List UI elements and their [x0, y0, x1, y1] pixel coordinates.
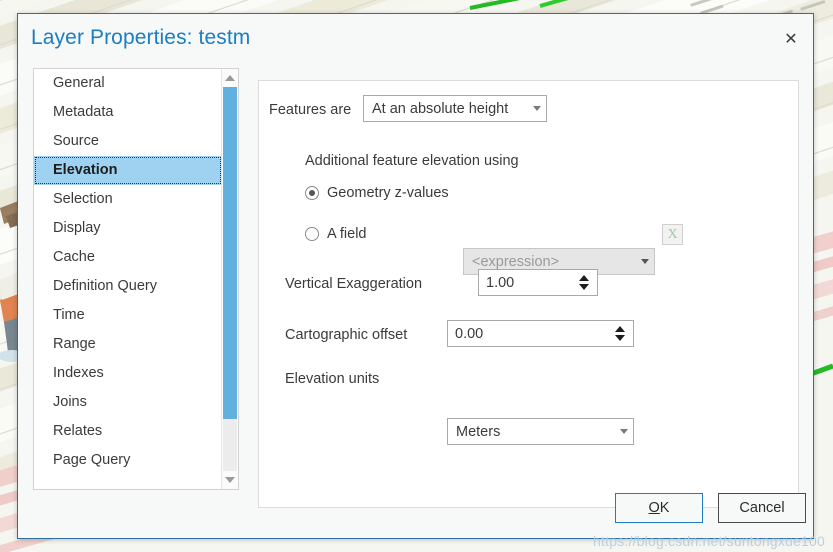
features-are-dropdown[interactable]: At an absolute height — [363, 95, 547, 122]
features-are-value: At an absolute height — [372, 100, 509, 117]
sidebar-item-elevation[interactable]: Elevation — [34, 156, 222, 185]
dialog-title: Layer Properties: testm — [31, 26, 251, 49]
layer-properties-dialog: Layer Properties: testm ✕ General Metadat… — [17, 13, 814, 539]
vertical-exaggeration-stepper[interactable]: 1.00 — [478, 269, 598, 296]
nav-items-container: General Metadata Source Elevation Selection D… — [34, 69, 222, 475]
radio-selected-icon — [305, 186, 319, 200]
vertical-exaggeration-value[interactable]: 1.00 — [479, 270, 574, 295]
dialog-titlebar: Layer Properties: testm ✕ — [18, 14, 813, 66]
close-icon[interactable]: ✕ — [778, 28, 804, 52]
radio-a-field[interactable]: A field — [305, 226, 367, 242]
radio-geometry-z-values-label: Geometry z-values — [327, 185, 449, 201]
nav-scrollbar-thumb[interactable] — [223, 87, 237, 419]
cartographic-offset-stepper[interactable]: 0.00 — [447, 320, 634, 347]
vertical-exaggeration-label-wrap: Vertical Exaggeration — [285, 275, 422, 293]
scroll-up-arrow-icon[interactable] — [222, 70, 238, 86]
cartographic-offset-label-wrap: Cartographic offset — [285, 326, 407, 344]
additional-elevation-heading: Additional feature elevation using — [305, 153, 519, 169]
vertical-exaggeration-label: Vertical Exaggeration — [285, 276, 423, 292]
elevation-settings-panel: Features are At an absolute height Addit… — [258, 80, 799, 508]
sidebar-item-source[interactable]: Source — [34, 127, 222, 156]
sidebar-item-page-query[interactable]: Page Query — [34, 446, 222, 475]
elevation-units-label: Elevation units — [285, 371, 380, 387]
stepper-down-icon[interactable] — [579, 284, 589, 290]
features-are-label-wrap: Features are — [269, 101, 351, 119]
cartographic-offset-value[interactable]: 0.00 — [448, 321, 610, 346]
field-expression-value: <expression> — [472, 253, 560, 270]
sidebar-item-definition-query[interactable]: Definition Query — [34, 272, 222, 301]
cartographic-offset-stepper-buttons[interactable] — [610, 321, 633, 346]
sidebar-item-general[interactable]: General — [34, 69, 222, 98]
sidebar-item-range[interactable]: Range — [34, 330, 222, 359]
chevron-down-icon — [528, 106, 546, 111]
chevron-down-icon — [636, 259, 654, 264]
ok-button[interactable]: OK — [615, 493, 703, 523]
cartographic-offset-label: Cartographic offset — [285, 327, 408, 343]
stepper-up-icon[interactable] — [615, 326, 625, 332]
nav-scrollbar-track[interactable] — [223, 87, 237, 471]
sidebar-item-metadata[interactable]: Metadata — [34, 98, 222, 127]
cancel-button-label: Cancel — [739, 500, 785, 516]
radio-a-field-label: A field — [327, 226, 367, 242]
elevation-units-value: Meters — [456, 423, 501, 440]
radio-unselected-icon — [305, 227, 319, 241]
sidebar-item-time[interactable]: Time — [34, 301, 222, 330]
ok-button-label: K — [659, 500, 670, 516]
expression-x-icon[interactable]: X — [662, 224, 683, 245]
scroll-down-arrow-icon[interactable] — [222, 472, 238, 488]
sidebar-item-display[interactable]: Display — [34, 214, 222, 243]
sidebar-item-joins[interactable]: Joins — [34, 388, 222, 417]
sidebar-item-cache[interactable]: Cache — [34, 243, 222, 272]
additional-elevation-heading-wrap: Additional feature elevation using — [305, 152, 519, 170]
elevation-units-dropdown[interactable]: Meters — [447, 418, 634, 445]
stepper-up-icon[interactable] — [579, 275, 589, 281]
nav-scrollbar[interactable] — [221, 69, 238, 489]
radio-geometry-z-values[interactable]: Geometry z-values — [305, 185, 449, 201]
sidebar-item-selection[interactable]: Selection — [34, 185, 222, 214]
cancel-button[interactable]: Cancel — [718, 493, 806, 523]
vertical-exaggeration-stepper-buttons[interactable] — [574, 270, 597, 295]
sidebar-item-indexes[interactable]: Indexes — [34, 359, 222, 388]
ok-button-accel: O — [648, 500, 660, 516]
stepper-down-icon[interactable] — [615, 335, 625, 341]
elevation-units-label-wrap: Elevation units — [285, 370, 379, 388]
chevron-down-icon — [615, 429, 633, 434]
features-are-label: Features are — [269, 102, 352, 118]
sidebar-item-relates[interactable]: Relates — [34, 417, 222, 446]
settings-nav-list: General Metadata Source Elevation Selection D… — [33, 68, 239, 490]
